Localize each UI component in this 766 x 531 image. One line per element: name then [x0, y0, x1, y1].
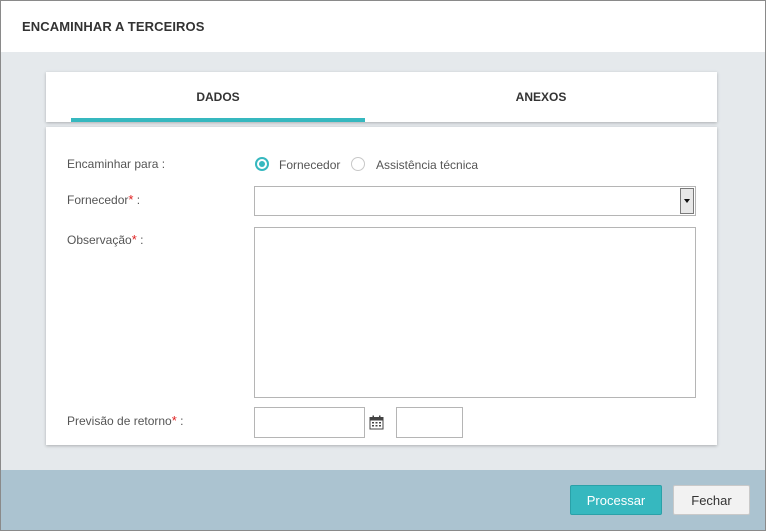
tabs-bar: DADOS ANEXOS: [46, 72, 717, 122]
encaminhar-label: Encaminhar para :: [67, 157, 166, 171]
dialog-title: ENCAMINHAR A TERCEIROS: [22, 19, 205, 34]
observacao-label: Observação* :: [67, 232, 143, 247]
tab-dados[interactable]: DADOS: [71, 72, 365, 122]
dialog-footer: Processar Fechar: [1, 470, 765, 530]
radio-assistencia-label[interactable]: Assistência técnica: [376, 158, 478, 172]
observacao-textarea[interactable]: [254, 227, 696, 398]
form-panel: Encaminhar para : Fornecedor Assistência…: [46, 127, 717, 445]
previsao-time-input[interactable]: [396, 407, 463, 438]
fornecedor-select[interactable]: [254, 186, 696, 216]
label-suffix: :: [136, 233, 144, 247]
label-suffix: :: [133, 193, 141, 207]
radio-fornecedor-label[interactable]: Fornecedor: [279, 158, 340, 172]
label-suffix: :: [176, 414, 184, 428]
fornecedor-label: Fornecedor* :: [67, 192, 140, 207]
previsao-label: Previsão de retorno* :: [67, 413, 183, 428]
radio-fornecedor[interactable]: [255, 157, 269, 171]
fechar-button[interactable]: Fechar: [673, 485, 750, 515]
processar-button[interactable]: Processar: [570, 485, 662, 515]
observacao-label-text: Observação: [67, 233, 132, 247]
calendar-icon[interactable]: [369, 415, 384, 430]
dialog-header: ENCAMINHAR A TERCEIROS: [1, 1, 765, 52]
forward-dialog: ENCAMINHAR A TERCEIROS DADOS ANEXOS Enca…: [0, 0, 766, 531]
previsao-date-input[interactable]: [254, 407, 365, 438]
tab-anexos[interactable]: ANEXOS: [391, 72, 691, 122]
previsao-label-text: Previsão de retorno: [67, 414, 172, 428]
chevron-down-icon: [684, 199, 690, 203]
fornecedor-label-text: Fornecedor: [67, 193, 129, 207]
active-tab-indicator: [71, 118, 365, 122]
radio-assistencia[interactable]: [351, 157, 365, 171]
dropdown-button[interactable]: [680, 188, 694, 214]
